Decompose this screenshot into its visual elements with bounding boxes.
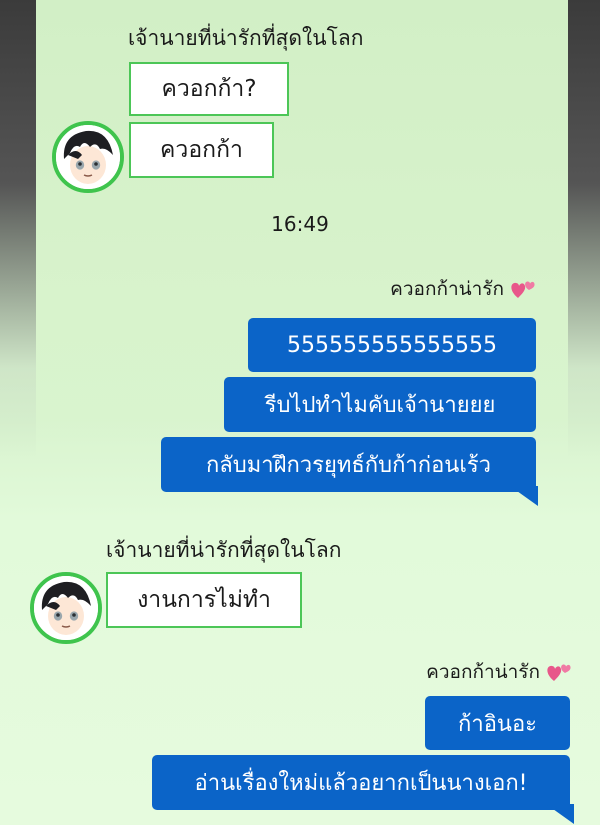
two-hearts-icon	[547, 664, 571, 681]
message-bubble-outgoing[interactable]: ก้าอินอะ	[425, 696, 570, 750]
message-text: 555555555555555	[287, 332, 497, 358]
avatar[interactable]	[52, 121, 124, 193]
message-bubble-outgoing[interactable]: กลับมาฝึกวรยุทธ์กับก้าก่อนเร้ว	[161, 437, 536, 492]
message-text: ก้าอินอะ	[458, 711, 537, 737]
message-bubble-outgoing[interactable]: 555555555555555	[248, 318, 536, 372]
message-text: รีบไปทำไมคับเจ้านายยย	[264, 393, 496, 418]
message-bubble-incoming[interactable]: ควอกก้า?	[129, 62, 289, 116]
bubble-tail	[510, 486, 538, 506]
bubble-tail	[546, 804, 574, 824]
black-haired-boy-avatar-icon	[56, 125, 120, 189]
message-text: ควอกก้า	[160, 137, 243, 163]
timestamp: 16:49	[271, 212, 329, 236]
message-text: งานการไม่ทำ	[137, 587, 271, 613]
avatar[interactable]	[30, 572, 102, 644]
sender-name: เจ้านายที่น่ารักที่สุดในโลก	[106, 538, 342, 562]
message-text: ควอกก้า?	[161, 76, 257, 102]
my-name: ควอกก้าน่ารัก	[390, 274, 536, 304]
message-text: กลับมาฝึกวรยุทธ์กับก้าก่อนเร้ว	[205, 453, 492, 478]
message-bubble-incoming[interactable]: ควอกก้า	[129, 122, 274, 178]
my-name-label: ควอกก้าน่ารัก	[390, 278, 504, 300]
message-bubble-outgoing[interactable]: รีบไปทำไมคับเจ้านายยย	[224, 377, 536, 432]
message-bubble-incoming[interactable]: งานการไม่ทำ	[106, 572, 302, 628]
message-text: อ่านเรื่องใหม่แล้วอยากเป็นนางเอก!	[194, 771, 528, 796]
black-haired-boy-avatar-icon	[34, 576, 98, 640]
two-hearts-icon	[511, 281, 535, 298]
sender-name: เจ้านายที่น่ารักที่สุดในโลก	[128, 26, 364, 50]
message-bubble-outgoing[interactable]: อ่านเรื่องใหม่แล้วอยากเป็นนางเอก!	[152, 755, 570, 810]
my-name: ควอกก้าน่ารัก	[426, 657, 572, 687]
my-name-label: ควอกก้าน่ารัก	[426, 661, 540, 683]
